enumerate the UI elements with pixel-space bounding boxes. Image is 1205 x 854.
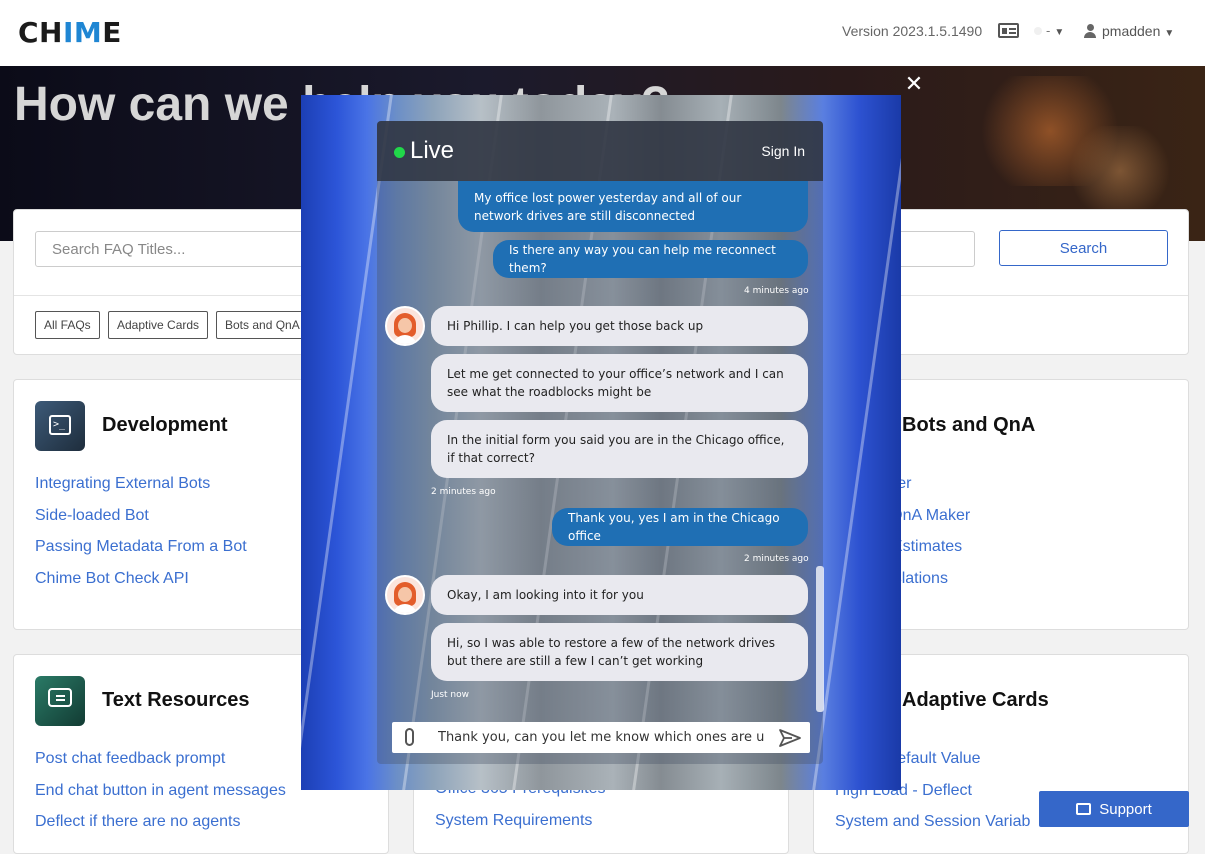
chat-message-agent: Okay, I am looking into it for you [431,575,808,615]
flag-icon [1034,27,1042,35]
category-title: Text Resources [102,689,250,711]
chat-message-user: Thank you, yes I am in the Chicago offic… [552,508,808,546]
chat-bubble-icon [35,676,85,726]
chat-message-agent: Hi Phillip. I can help you get those bac… [431,306,808,346]
chevron-down-icon: ▼ [1164,28,1175,39]
message-timestamp: 2 minutes ago [744,554,809,564]
faq-link[interactable]: System Requirements [435,811,605,843]
faq-link[interactable]: Integrating External Bots [35,474,247,506]
top-bar: CHIME Version 2023.1.5.1490 - ▼ pmadden ▼ [0,0,1205,66]
sign-in-link[interactable]: Sign In [761,143,805,159]
version-label: Version 2023.1.5.1490 [842,23,983,39]
filter-chip-adaptive-cards[interactable]: Adaptive Cards [108,311,209,339]
user-menu[interactable]: pmadden ▼ [1084,23,1174,39]
message-timestamp: 2 minutes ago [431,487,496,497]
chevron-down-icon: ▼ [1054,27,1065,38]
category-title: Bots and QnA [902,414,1036,436]
chat-composer: Thank you, can you let me know which one… [392,722,810,753]
chat-message-agent: In the initial form you said you are in … [431,420,808,478]
agent-avatar [385,306,425,346]
paperclip-icon[interactable] [405,728,414,746]
message-timestamp: 4 minutes ago [744,286,809,296]
agent-avatar [385,575,425,615]
username: pmadden [1102,23,1161,39]
faq-link[interactable]: System and Session Variab [835,812,1030,844]
support-button[interactable]: Support [1039,791,1189,827]
search-button[interactable]: Search [999,230,1168,266]
faq-link[interactable]: Passing Metadata From a Bot [35,537,247,569]
terminal-icon: >_ [35,401,85,451]
filter-chip-bots-and-qna[interactable]: Bots and QnA [216,311,309,339]
message-timestamp: Just now [431,690,470,700]
chat-bubble-icon [1076,802,1092,815]
chat-message-agent: Let me get connected to your office’s ne… [431,354,808,412]
faq-link[interactable]: End chat button in agent messages [35,781,286,813]
chat-message-agent: Hi, so I was able to restore a few of th… [431,623,808,681]
chat-header: Live Sign In [377,121,823,181]
chime-logo[interactable]: CHIME [18,16,122,49]
chat-message-user: My office lost power yesterday and all o… [458,181,808,232]
chat-status: Live [410,137,455,164]
close-icon[interactable]: ✕ [901,72,927,98]
category-title: Adaptive Cards [902,689,1049,711]
faq-link[interactable]: Deflect if there are no agents [35,812,286,844]
chat-input[interactable]: Thank you, can you let me know which one… [438,722,764,753]
faq-link[interactable]: Side-loaded Bot [35,506,247,538]
chat-message-user: Is there any way you can help me reconne… [493,240,808,278]
send-icon[interactable] [778,728,802,748]
user-icon [1084,24,1096,38]
faq-link[interactable]: Post chat feedback prompt [35,749,286,781]
category-title: Development [102,414,228,436]
id-card-icon[interactable] [998,23,1019,38]
faq-link[interactable]: Chime Bot Check API [35,569,247,601]
chat-scrollbar[interactable] [816,566,824,712]
language-selector[interactable]: - ▼ [1034,23,1064,38]
filter-chip-all-faqs[interactable]: All FAQs [35,311,100,339]
live-status-dot [394,147,405,158]
